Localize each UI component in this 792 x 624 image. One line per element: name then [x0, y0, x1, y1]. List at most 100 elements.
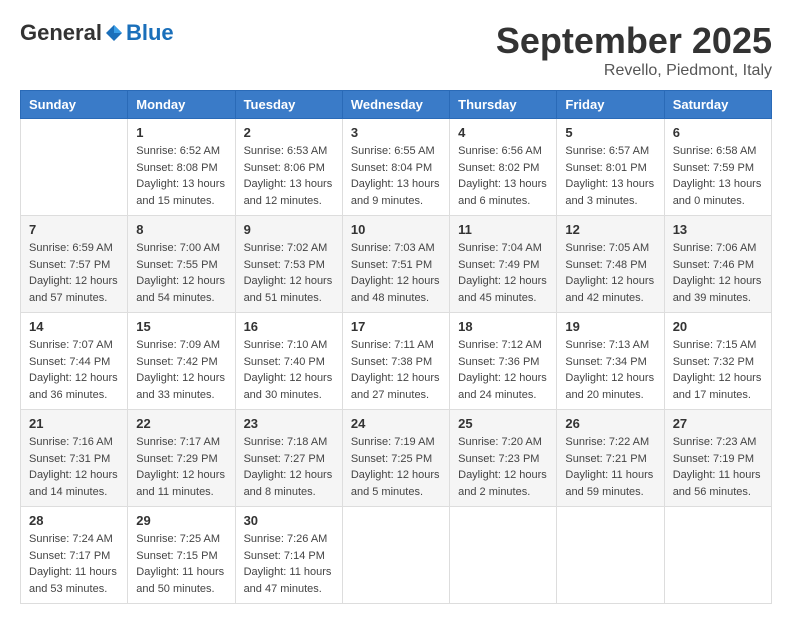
day-number: 9 — [244, 222, 334, 237]
calendar-cell: 4 Sunrise: 6:56 AMSunset: 8:02 PMDaylight… — [450, 119, 557, 216]
calendar-table: SundayMondayTuesdayWednesdayThursdayFrid… — [20, 90, 772, 604]
calendar-cell: 20 Sunrise: 7:15 AMSunset: 7:32 PMDayligh… — [664, 313, 771, 410]
title-section: September 2025 Revello, Piedmont, Italy — [496, 20, 772, 80]
calendar-cell: 13 Sunrise: 7:06 AMSunset: 7:46 PMDayligh… — [664, 216, 771, 313]
calendar-cell: 18Sunrise: 7:12 AMSunset: 7:36 PMDayligh… — [450, 313, 557, 410]
column-header-tuesday: Tuesday — [235, 91, 342, 119]
calendar-cell: 22Sunrise: 7:17 AMSunset: 7:29 PMDayligh… — [128, 410, 235, 507]
calendar-cell: 27Sunrise: 7:23 AMSunset: 7:19 PMDayligh… — [664, 410, 771, 507]
day-info: Sunrise: 7:13 AMSunset: 7:34 PMDaylight:… — [565, 337, 655, 403]
day-info: Sunrise: 7:15 AMSunset: 7:32 PMDaylight:… — [673, 337, 763, 403]
calendar-cell: 21 Sunrise: 7:16 AMSunset: 7:31 PMDayligh… — [21, 410, 128, 507]
day-info: Sunrise: 6:58 AMSunset: 7:59 PMDaylight:… — [673, 143, 763, 209]
calendar-cell — [342, 507, 449, 604]
day-number: 14 — [29, 319, 119, 334]
calendar-cell: 5 Sunrise: 6:57 AMSunset: 8:01 PMDaylight… — [557, 119, 664, 216]
day-number: 24 — [351, 416, 441, 431]
location-text: Revello, Piedmont, Italy — [496, 62, 772, 80]
day-number: 1 — [136, 125, 226, 140]
day-info: Sunrise: 7:19 AMSunset: 7:25 PMDaylight:… — [351, 434, 441, 500]
calendar-cell: 12Sunrise: 7:05 AMSunset: 7:48 PMDayligh… — [557, 216, 664, 313]
calendar-week-row: 7Sunrise: 6:59 AMSunset: 7:57 PMDaylight… — [21, 216, 772, 313]
column-header-saturday: Saturday — [664, 91, 771, 119]
day-info: Sunrise: 7:07 AMSunset: 7:44 PMDaylight:… — [29, 337, 119, 403]
day-info: Sunrise: 7:24 AMSunset: 7:17 PMDaylight:… — [29, 531, 119, 597]
day-info: Sunrise: 6:55 AMSunset: 8:04 PMDaylight:… — [351, 143, 441, 209]
calendar-cell: 16 Sunrise: 7:10 AMSunset: 7:40 PMDayligh… — [235, 313, 342, 410]
day-info: Sunrise: 7:10 AMSunset: 7:40 PMDaylight:… — [244, 337, 334, 403]
calendar-cell: 29 Sunrise: 7:25 AMSunset: 7:15 PMDayligh… — [128, 507, 235, 604]
calendar-cell: 24 Sunrise: 7:19 AMSunset: 7:25 PMDayligh… — [342, 410, 449, 507]
day-info: Sunrise: 7:09 AMSunset: 7:42 PMDaylight:… — [136, 337, 226, 403]
day-number: 12 — [565, 222, 655, 237]
calendar-cell: 11 Sunrise: 7:04 AMSunset: 7:49 PMDayligh… — [450, 216, 557, 313]
calendar-cell: 19 Sunrise: 7:13 AMSunset: 7:34 PMDayligh… — [557, 313, 664, 410]
calendar-cell: 6 Sunrise: 6:58 AMSunset: 7:59 PMDaylight… — [664, 119, 771, 216]
day-info: Sunrise: 6:52 AMSunset: 8:08 PMDaylight:… — [136, 143, 226, 209]
calendar-week-row: 28 Sunrise: 7:24 AMSunset: 7:17 PMDayligh… — [21, 507, 772, 604]
calendar-cell: 1 Sunrise: 6:52 AMSunset: 8:08 PMDaylight… — [128, 119, 235, 216]
day-info: Sunrise: 7:02 AMSunset: 7:53 PMDaylight:… — [244, 240, 334, 306]
logo-blue-text: Blue — [126, 20, 174, 46]
calendar-cell: 25Sunrise: 7:20 AMSunset: 7:23 PMDayligh… — [450, 410, 557, 507]
calendar-cell: 3 Sunrise: 6:55 AMSunset: 8:04 PMDaylight… — [342, 119, 449, 216]
day-number: 5 — [565, 125, 655, 140]
day-number: 18 — [458, 319, 548, 334]
calendar-cell: 28 Sunrise: 7:24 AMSunset: 7:17 PMDayligh… — [21, 507, 128, 604]
day-number: 20 — [673, 319, 763, 334]
day-info: Sunrise: 7:23 AMSunset: 7:19 PMDaylight:… — [673, 434, 763, 500]
day-info: Sunrise: 7:04 AMSunset: 7:49 PMDaylight:… — [458, 240, 548, 306]
day-info: Sunrise: 7:17 AMSunset: 7:29 PMDaylight:… — [136, 434, 226, 500]
calendar-cell: 8Sunrise: 7:00 AMSunset: 7:55 PMDaylight… — [128, 216, 235, 313]
day-number: 4 — [458, 125, 548, 140]
calendar-cell: 2 Sunrise: 6:53 AMSunset: 8:06 PMDaylight… — [235, 119, 342, 216]
day-info: Sunrise: 6:56 AMSunset: 8:02 PMDaylight:… — [458, 143, 548, 209]
day-number: 19 — [565, 319, 655, 334]
calendar-cell: 30 Sunrise: 7:26 AMSunset: 7:14 PMDayligh… — [235, 507, 342, 604]
calendar-cell — [664, 507, 771, 604]
day-info: Sunrise: 6:59 AMSunset: 7:57 PMDaylight:… — [29, 240, 119, 306]
logo-general-text: General — [20, 20, 102, 46]
day-number: 3 — [351, 125, 441, 140]
column-header-monday: Monday — [128, 91, 235, 119]
day-info: Sunrise: 7:25 AMSunset: 7:15 PMDaylight:… — [136, 531, 226, 597]
calendar-cell: 15 Sunrise: 7:09 AMSunset: 7:42 PMDayligh… — [128, 313, 235, 410]
day-number: 15 — [136, 319, 226, 334]
day-info: Sunrise: 6:57 AMSunset: 8:01 PMDaylight:… — [565, 143, 655, 209]
column-header-thursday: Thursday — [450, 91, 557, 119]
page-header: General Blue September 2025 Revello, Pie… — [20, 20, 772, 80]
calendar-cell: 17Sunrise: 7:11 AMSunset: 7:38 PMDayligh… — [342, 313, 449, 410]
day-info: Sunrise: 6:53 AMSunset: 8:06 PMDaylight:… — [244, 143, 334, 209]
day-number: 10 — [351, 222, 441, 237]
day-number: 2 — [244, 125, 334, 140]
day-info: Sunrise: 7:26 AMSunset: 7:14 PMDaylight:… — [244, 531, 334, 597]
calendar-cell — [21, 119, 128, 216]
calendar-header-row: SundayMondayTuesdayWednesdayThursdayFrid… — [21, 91, 772, 119]
calendar-cell: 26Sunrise: 7:22 AMSunset: 7:21 PMDayligh… — [557, 410, 664, 507]
calendar-cell: 10Sunrise: 7:03 AMSunset: 7:51 PMDayligh… — [342, 216, 449, 313]
day-number: 23 — [244, 416, 334, 431]
day-number: 11 — [458, 222, 548, 237]
day-number: 16 — [244, 319, 334, 334]
day-number: 17 — [351, 319, 441, 334]
logo: General Blue — [20, 20, 174, 46]
calendar-cell — [557, 507, 664, 604]
day-number: 29 — [136, 513, 226, 528]
day-info: Sunrise: 7:18 AMSunset: 7:27 PMDaylight:… — [244, 434, 334, 500]
column-header-sunday: Sunday — [21, 91, 128, 119]
day-number: 6 — [673, 125, 763, 140]
day-info: Sunrise: 7:16 AMSunset: 7:31 PMDaylight:… — [29, 434, 119, 500]
month-title: September 2025 — [496, 20, 772, 62]
day-number: 13 — [673, 222, 763, 237]
day-info: Sunrise: 7:22 AMSunset: 7:21 PMDaylight:… — [565, 434, 655, 500]
day-number: 21 — [29, 416, 119, 431]
day-number: 8 — [136, 222, 226, 237]
logo-icon — [104, 23, 124, 43]
calendar-week-row: 21 Sunrise: 7:16 AMSunset: 7:31 PMDayligh… — [21, 410, 772, 507]
column-header-wednesday: Wednesday — [342, 91, 449, 119]
calendar-week-row: 14 Sunrise: 7:07 AMSunset: 7:44 PMDayligh… — [21, 313, 772, 410]
day-number: 30 — [244, 513, 334, 528]
calendar-cell: 9 Sunrise: 7:02 AMSunset: 7:53 PMDaylight… — [235, 216, 342, 313]
day-info: Sunrise: 7:06 AMSunset: 7:46 PMDaylight:… — [673, 240, 763, 306]
day-number: 28 — [29, 513, 119, 528]
